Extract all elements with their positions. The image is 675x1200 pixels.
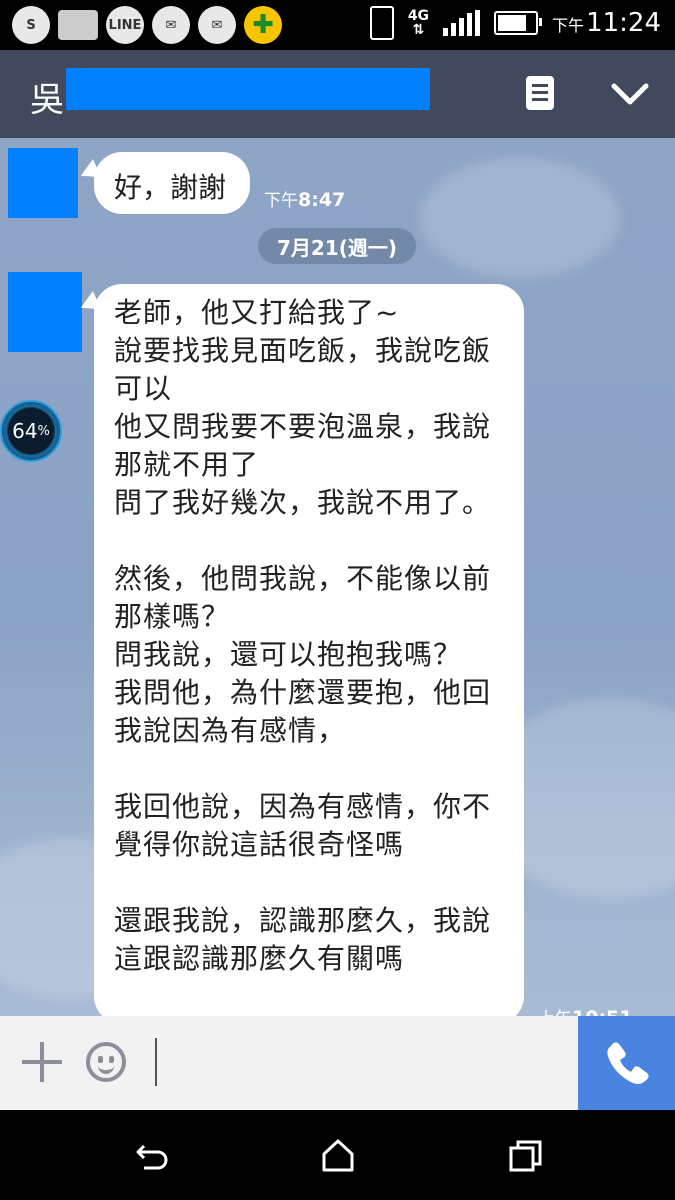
message-line: 覺得你說這話很奇怪嗎	[114, 828, 405, 861]
message-line: 那樣嗎？	[114, 600, 231, 633]
call-button[interactable]	[578, 1016, 675, 1110]
text-cursor	[155, 1038, 157, 1086]
skype-icon: S	[12, 6, 50, 44]
message-bubble[interactable]: 好，謝謝	[94, 152, 250, 214]
contact-name[interactable]: 吳	[30, 72, 64, 121]
message-line: 問我說，還可以抱抱我嗎？	[114, 638, 463, 671]
status-bar: S LINE ✉ ✉ ✚ 4G ⇅ 下午11:24	[0, 0, 675, 50]
message-line: 那就不用了	[114, 448, 260, 481]
chat-area[interactable]: 好，謝謝 下午8:47 7月21(週一) 64% 老師，他又打給我了~ 說要找我…	[0, 138, 675, 1016]
phone-icon	[607, 1042, 649, 1084]
network-type: 4G ⇅	[407, 8, 430, 38]
redacted-name-block	[66, 68, 430, 110]
battery-icon	[494, 11, 543, 35]
background-cloud	[420, 158, 620, 278]
wechat-icon: ✉	[198, 6, 236, 44]
notification-icons: S LINE ✉ ✉ ✚	[12, 6, 282, 44]
message-timestamp: 下午8:47	[264, 189, 346, 211]
message-timestamp: 上午10:51	[538, 1004, 632, 1016]
signal-icon	[443, 10, 481, 36]
image-icon	[58, 10, 98, 40]
recents-icon[interactable]	[506, 1136, 546, 1176]
message-line: 他又問我要不要泡溫泉，我說	[114, 410, 492, 443]
message-line: 問了我好幾次，我說不用了。	[114, 486, 492, 519]
message-bubble[interactable]: 老師，他又打給我了~ 說要找我見面吃飯，我說吃飯 可以 他又問我要不要泡溫泉，我…	[94, 284, 524, 1016]
avatar[interactable]	[8, 272, 82, 352]
date-separator: 7月21(週一)	[258, 228, 416, 264]
plus-app-icon: ✚	[244, 6, 282, 44]
plus-icon[interactable]	[22, 1042, 62, 1082]
back-icon[interactable]	[132, 1136, 172, 1176]
message-line: 我回他說，因為有感情，你不	[114, 790, 492, 823]
message-line: 可以	[114, 372, 173, 405]
message-input[interactable]	[160, 1026, 570, 1100]
floating-percent-widget[interactable]: 64%	[0, 400, 62, 462]
message-text: 好，謝謝	[114, 171, 227, 204]
chat-header: 吳	[0, 50, 675, 138]
line-label: LINE	[108, 17, 142, 33]
home-icon[interactable]	[318, 1136, 358, 1176]
avatar[interactable]	[8, 148, 78, 218]
input-bar	[0, 1016, 675, 1110]
status-indicators: 4G ⇅ 下午11:24	[369, 6, 661, 40]
clock: 下午11:24	[552, 8, 661, 38]
wechat-icon: ✉	[152, 6, 190, 44]
vibrate-icon	[369, 6, 394, 40]
message-line: 還跟我說，認識那麼久，我說	[114, 904, 492, 937]
message-line: 我說因為有感情，	[114, 714, 347, 747]
chevron-down-icon[interactable]	[610, 74, 650, 114]
message-line: 說要找我見面吃飯，我說吃飯	[114, 334, 492, 367]
notes-icon[interactable]	[526, 76, 554, 110]
message-line: 老師，他又打給我了~	[114, 296, 400, 329]
emoji-icon[interactable]	[86, 1042, 126, 1082]
message-line: 我問他，為什麼還要抱，他回	[114, 676, 492, 709]
message-line: 然後，他問我說，不能像以前	[114, 562, 492, 595]
line-icon: LINE	[106, 6, 144, 44]
message-line: 這跟認識那麼久有關嗎	[114, 942, 405, 975]
navigation-bar	[0, 1110, 675, 1200]
